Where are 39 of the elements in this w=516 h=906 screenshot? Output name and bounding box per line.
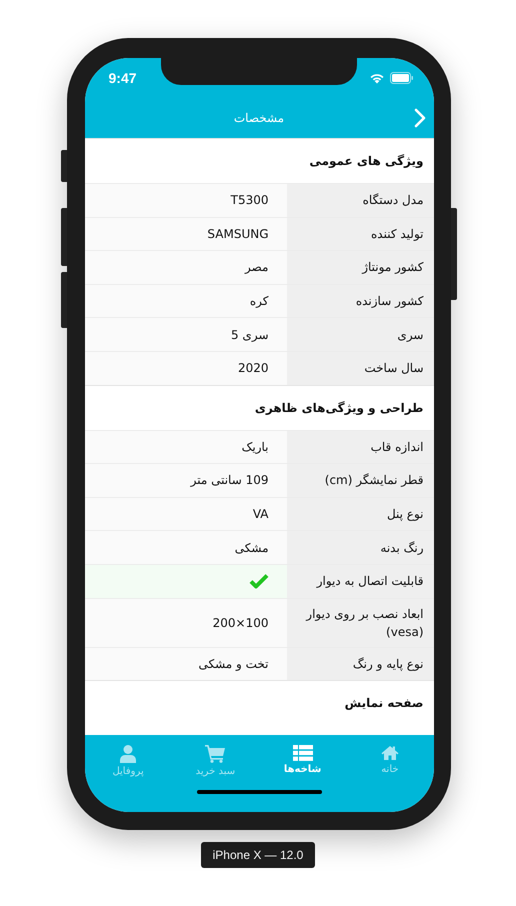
cart-icon [205, 745, 226, 763]
spec-label: قابلیت اتصال به دیوار [286, 564, 434, 598]
spec-value: VA [252, 507, 268, 522]
spec-value: تخت و مشکی [198, 656, 268, 671]
user-icon [120, 745, 136, 763]
spec-value: سری 5 [230, 328, 268, 342]
spec-label: ابعاد نصب بر روی دیوار (vesa) [286, 598, 434, 647]
spec-label: قطر نمایشگر (cm) [286, 464, 434, 497]
tab-item[interactable]: سبد خرید [172, 745, 259, 777]
tab-item[interactable]: خانه [346, 745, 434, 777]
tab-item[interactable]: پروفایل [84, 745, 172, 777]
tab-item[interactable]: شاخه‌ها [259, 745, 346, 777]
spec-value: باریک [242, 440, 268, 454]
wifi-icon [368, 72, 384, 84]
spec-value: کره [250, 294, 268, 308]
back-chevron-icon[interactable] [414, 108, 426, 128]
spec-label: تولید کننده [286, 218, 434, 250]
spec-value: 2020 [238, 361, 268, 376]
spec-label: مدل دستگاه [286, 184, 434, 217]
spec-label: کشور سازنده [286, 284, 434, 318]
status-time: 9:47 [108, 70, 137, 86]
spec-label: سری [286, 318, 434, 351]
spec-label: کشور مونتاژ [286, 251, 434, 284]
spec-label: نوع پایه و رنگ [286, 648, 434, 680]
spec-label: سال ساخت [286, 352, 434, 385]
spec-value: SAMSUNG [207, 226, 268, 241]
device-caption: iPhone X — 12.0 [200, 842, 316, 868]
spec-value: T5300 [230, 193, 268, 208]
spec-label: نوع پنل [286, 498, 434, 530]
spec-value: 200×100 [212, 616, 268, 630]
spec-label: رنگ بدنه [286, 531, 434, 564]
spec-value: مصر [245, 260, 268, 274]
battery-icon [390, 72, 414, 84]
spec-value: مشکی [234, 540, 268, 555]
spec-value: 109 سانتی متر [190, 473, 268, 488]
spec-label: اندازه قاب [286, 430, 434, 464]
page-title: مشخصات [234, 111, 284, 125]
home-icon [380, 745, 399, 761]
list-icon [292, 745, 313, 761]
